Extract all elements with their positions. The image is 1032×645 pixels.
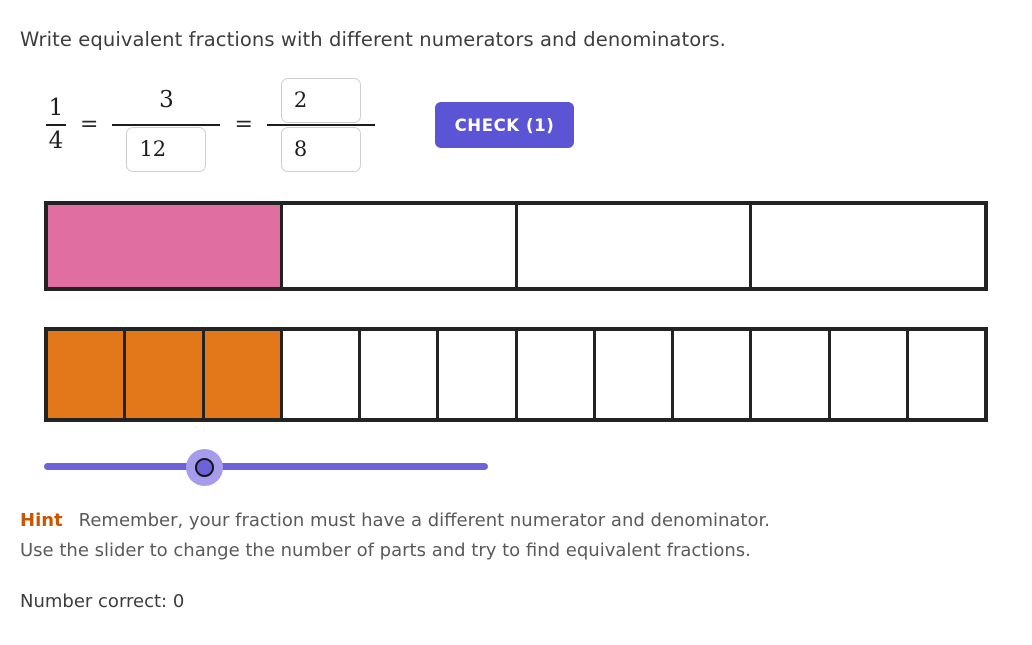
bar-segment[interactable]: [752, 331, 831, 418]
fraction1-denominator: 4: [48, 127, 64, 154]
parts-slider[interactable]: [44, 449, 488, 486]
fraction2-numerator-slot: 3: [159, 77, 174, 124]
bar-segment[interactable]: [126, 331, 205, 418]
slider-handle[interactable]: [186, 449, 223, 486]
bar-segment[interactable]: [439, 331, 518, 418]
bar-segment[interactable]: [282, 331, 361, 418]
bar-segment[interactable]: [361, 331, 440, 418]
equation-row: 1 4 = 3 12 = 2 8: [20, 62, 375, 187]
hint-text: Hint Remember, your fraction must have a …: [20, 506, 980, 566]
bar-segment[interactable]: [752, 205, 984, 287]
fraction1-bar: [46, 123, 66, 126]
hint-line-1: Remember, your fraction must have a diff…: [78, 510, 770, 531]
fraction3-numerator-slot: 2: [280, 77, 361, 124]
hint-label: Hint: [20, 510, 63, 531]
bar-segment[interactable]: [204, 331, 283, 418]
fraction3-denominator-slot: 8: [280, 126, 361, 173]
fraction-two: 3 12: [112, 77, 221, 173]
bar-segment[interactable]: [517, 205, 753, 287]
fraction-three: 2 8: [266, 77, 375, 173]
equals-sign-1: =: [80, 111, 99, 137]
status-number-correct: Number correct: 0: [20, 591, 185, 612]
fraction1-numerator: 1: [48, 95, 64, 122]
check-button[interactable]: CHECK (1): [435, 102, 574, 148]
equals-sign-2: =: [234, 111, 253, 137]
hint-line-2: Use the slider to change the number of p…: [20, 540, 751, 561]
fraction2-denominator-slot: 12: [126, 126, 207, 173]
bar-segment[interactable]: [674, 331, 753, 418]
denominator-input-2[interactable]: 12: [126, 126, 207, 172]
bar-segment[interactable]: [48, 331, 127, 418]
bar-segment[interactable]: [595, 331, 674, 418]
denominator-input-3[interactable]: 8: [280, 126, 361, 172]
bar-segment[interactable]: [517, 331, 596, 418]
bar-segment[interactable]: [282, 205, 518, 287]
numerator-input-3[interactable]: 2: [280, 77, 361, 123]
bar-segment[interactable]: [908, 331, 984, 418]
fraction-bar-top[interactable]: [44, 201, 988, 291]
slider-track[interactable]: [44, 463, 488, 470]
bar-segment[interactable]: [48, 205, 283, 287]
fraction2-numerator: 3: [159, 87, 174, 113]
slider-knob[interactable]: [195, 458, 214, 477]
fraction-bar-bottom[interactable]: [44, 327, 988, 422]
page-title: Write equivalent fractions with differen…: [20, 28, 726, 51]
bar-segment[interactable]: [830, 331, 909, 418]
fraction-one-quarter: 1 4: [46, 95, 66, 154]
